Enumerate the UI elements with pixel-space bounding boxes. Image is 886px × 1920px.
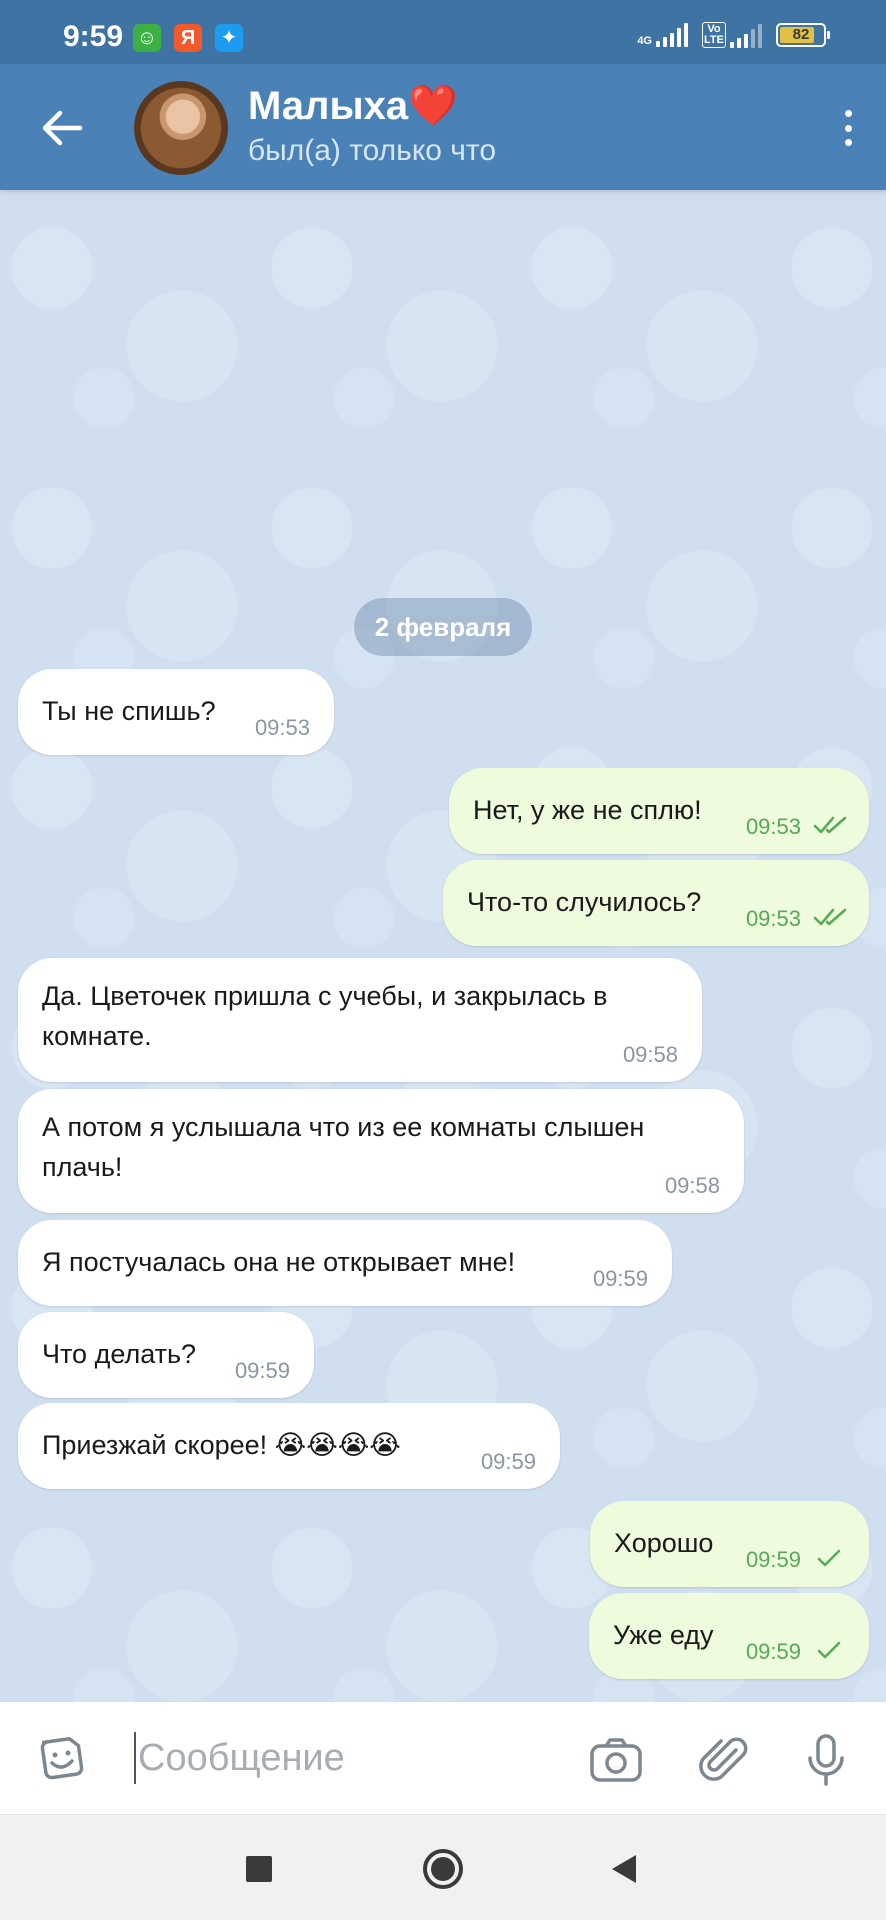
message-incoming[interactable]: Что делать? 09:59: [18, 1312, 314, 1398]
cellular-signal-1: 4G: [637, 23, 688, 47]
arrow-left-icon[interactable]: [36, 104, 88, 152]
message-incoming[interactable]: Да. Цветочек пришла с учебы, и закрылась…: [18, 958, 702, 1082]
avatar[interactable]: [134, 81, 228, 175]
paperclip-icon[interactable]: [696, 1732, 752, 1788]
cellular-signal-2: Vo LTE: [702, 22, 762, 48]
check-icon: [817, 1641, 841, 1659]
message-incoming[interactable]: Приезжай скорее! 😭😭😭😭 09:59: [18, 1403, 560, 1489]
message-text: Да. Цветочек пришла с учебы, и закрылась…: [42, 981, 608, 1051]
message-time: 09:59: [480, 1449, 536, 1474]
recents-square-icon[interactable]: [237, 1847, 281, 1891]
message-time: 09:53: [745, 906, 801, 931]
message-text: Что делать?: [42, 1339, 197, 1369]
text-cursor: [134, 1732, 136, 1784]
message-time: 09:59: [745, 1639, 801, 1664]
message-time: 09:53: [745, 814, 801, 839]
message-text: Уже еду: [613, 1620, 714, 1650]
message-text: Я постучалась она не открывает мне!: [42, 1247, 516, 1277]
message-time: 09:59: [592, 1266, 648, 1291]
battery-icon: 82: [776, 23, 830, 47]
message-incoming[interactable]: Я постучалась она не открывает мне! 09:5…: [18, 1220, 672, 1306]
double-check-icon: [813, 908, 847, 926]
status-time: 9:59: [63, 20, 124, 53]
message-time: 09:58: [622, 1042, 678, 1067]
system-navigation-bar: [0, 1814, 886, 1920]
message-text: А потом я услышала что из ее комнаты слы…: [42, 1112, 645, 1182]
home-circle-icon[interactable]: [421, 1847, 465, 1891]
message-input[interactable]: [138, 1730, 538, 1786]
message-text: Приезжай скорее! 😭😭😭😭: [42, 1430, 401, 1460]
yandex-app-icon: Я: [174, 24, 202, 52]
chat-header: Малыха❤️ был(а) только что: [0, 64, 886, 190]
robot-app-icon: ☺: [133, 24, 161, 52]
microphone-icon[interactable]: [798, 1732, 854, 1788]
network-label-volte: Vo LTE: [702, 22, 726, 48]
message-outgoing[interactable]: Что-то случилось? 09:53: [443, 860, 869, 946]
more-vertical-icon[interactable]: [836, 106, 860, 150]
signal-bars-icon: [656, 23, 688, 47]
twitter-app-icon: ✦: [215, 24, 243, 52]
message-time: 09:53: [254, 715, 310, 740]
message-outgoing[interactable]: Нет, у же не сплю! 09:53: [449, 768, 869, 854]
message-composer: [0, 1702, 886, 1814]
battery-level: 82: [792, 26, 810, 43]
message-incoming[interactable]: Ты не спишь? 09:53: [18, 669, 334, 755]
signal-bars-icon: [730, 24, 762, 48]
message-time: 09:59: [234, 1358, 290, 1383]
message-text: Ты не спишь?: [42, 696, 216, 726]
message-time: 09:58: [664, 1173, 720, 1198]
network-label-4g: 4G: [637, 35, 652, 47]
message-outgoing[interactable]: Уже еду 09:59: [589, 1593, 869, 1679]
message-text: Нет, у же не сплю!: [473, 795, 702, 825]
sticker-smile-icon[interactable]: [36, 1732, 88, 1784]
check-icon: [817, 1549, 841, 1567]
message-text: Что-то случилось?: [467, 887, 702, 917]
message-incoming[interactable]: А потом я услышала что из ее комнаты слы…: [18, 1089, 744, 1213]
message-text: Хорошо: [614, 1528, 714, 1558]
date-separator: 2 февраля: [354, 598, 532, 656]
message-outgoing[interactable]: Хорошо 09:59: [590, 1501, 869, 1587]
back-triangle-icon[interactable]: [604, 1847, 648, 1891]
chat-messages-area[interactable]: 2 февраля Ты не спишь? 09:53 Нет, у же н…: [0, 190, 886, 1702]
status-bar: 9:59 ☺ Я ✦ 4G Vo LTE 82: [0, 0, 886, 64]
message-time: 09:59: [745, 1547, 801, 1572]
camera-icon[interactable]: [588, 1732, 644, 1788]
status-indicators: 4G Vo LTE 82: [637, 22, 830, 48]
contact-name[interactable]: Малыха❤️: [248, 82, 458, 129]
contact-last-seen: был(а) только что: [248, 134, 497, 167]
double-check-icon: [813, 816, 847, 834]
